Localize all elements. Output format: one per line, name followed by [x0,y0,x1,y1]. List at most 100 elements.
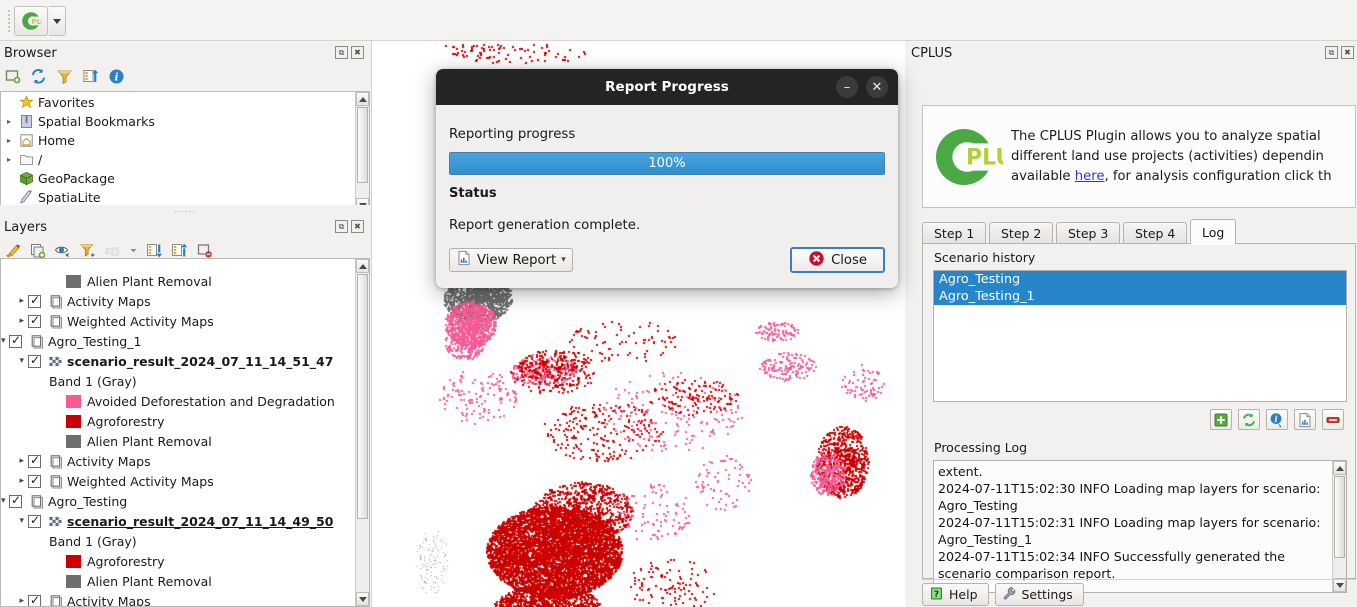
chevron-down-icon[interactable] [129,242,138,259]
here-link[interactable]: here [1075,169,1105,184]
layer-tree-row[interactable]: ▾ Agro_Testing [1,491,355,511]
expand-all-icon[interactable] [146,242,163,259]
processing-log-scrollbar[interactable] [1332,461,1346,592]
layer-tree-row[interactable]: ▸ Weighted Activity Maps [1,311,355,331]
scroll-up-icon[interactable] [356,259,369,273]
tab-step-3[interactable]: Step 3 [1056,222,1121,244]
browser-tree-scrollbar[interactable] [355,92,369,212]
collapse-all-icon[interactable] [171,242,188,259]
expander-icon[interactable]: ▾ [1,356,28,366]
layers-tree-scrollbar[interactable] [355,259,369,606]
browser-item[interactable]: GeoPackage [1,169,355,188]
generate-report-icon[interactable] [1294,409,1316,430]
expander-icon[interactable]: ▾ [1,496,9,506]
scroll-up-icon[interactable] [1333,461,1346,475]
layer-tree-row[interactable]: ▸ Activity Maps [1,451,355,471]
cplus-toolbar-dropdown[interactable] [49,6,66,36]
browser-item[interactable]: ▸ Home [1,131,355,150]
expander-icon[interactable]: ▸ [1,296,28,306]
toolbar-drag-handle[interactable] [6,8,12,33]
layer-tree-row[interactable]: Band 1 (Gray) [1,371,355,391]
reload-scenario-icon[interactable] [1238,409,1260,430]
scroll-up-icon[interactable] [356,92,369,106]
expander-icon[interactable]: ▸ [1,596,28,606]
settings-button[interactable]: Settings [994,583,1084,606]
filter-legend-icon[interactable] [79,242,96,259]
tab-step-4[interactable]: Step 4 [1123,222,1188,244]
layer-tree-row[interactable]: ▸ Activity Maps [1,591,355,606]
browser-item[interactable]: Favorites [1,93,355,112]
browser-tree[interactable]: Favorites ▸ Spatial Bookmarks ▸ Home ▸ / GeoPac… [0,91,370,213]
expander-icon[interactable]: ▸ [1,136,17,145]
layer-tree-row[interactable]: ▾ Agro_Testing_1 [1,331,355,351]
layer-visibility-checkbox[interactable] [28,513,41,528]
dialog-titlebar[interactable]: Report Progress – ✕ [436,69,898,105]
layer-visibility-checkbox[interactable] [28,293,41,308]
scenario-info-icon[interactable]: i [1266,409,1288,430]
undock-icon[interactable]: ⧉ [1325,46,1338,59]
panel-splitter[interactable]: ...... [0,205,370,214]
expander-icon[interactable]: ▸ [1,316,28,326]
add-scenario-icon[interactable] [1210,409,1232,430]
close-icon[interactable]: ✕ [866,76,888,98]
layer-tree-row[interactable]: ▸ Activity Maps [1,291,355,311]
layer-tree-row[interactable]: Alien Plant Removal [1,571,355,591]
tab-log[interactable]: Log [1190,219,1237,244]
scenario-history-list[interactable]: Agro_Testing Agro_Testing_1 [933,270,1347,402]
close-icon[interactable]: ✖ [1341,46,1354,59]
undock-icon[interactable]: ⧉ [335,46,348,59]
layer-tree-row[interactable]: Avoided Deforestation and Degradation [1,391,355,411]
scroll-down-icon[interactable] [1333,578,1346,592]
scrollbar-thumb[interactable] [357,274,368,519]
close-icon[interactable]: ✖ [351,46,364,59]
remove-scenario-icon[interactable] [1322,409,1344,430]
filter-expression-icon[interactable]: ε [104,242,121,259]
expander-icon[interactable]: ▾ [1,336,9,346]
manage-visibility-icon[interactable] [54,242,71,259]
view-report-button[interactable]: View Report ▾ [449,248,573,272]
filter-icon[interactable] [56,68,73,85]
scrollbar-thumb[interactable] [1334,476,1345,558]
layer-visibility-checkbox[interactable] [9,493,22,508]
scenario-history-item[interactable]: Agro_Testing [934,271,1346,288]
scroll-down-icon[interactable] [356,592,369,606]
properties-icon[interactable]: i [108,68,125,85]
scenario-history-item[interactable]: Agro_Testing_1 [934,288,1346,305]
processing-log-box[interactable]: extent. 2024-07-11T15:02:30 INFO Loading… [933,460,1347,593]
layer-tree-row[interactable]: Agroforestry [1,551,355,571]
remove-layer-icon[interactable] [196,242,213,259]
browser-item[interactable]: ▸ / [1,150,355,169]
layer-tree-row[interactable]: Band 1 (Gray) [1,531,355,551]
add-layer-icon[interactable] [4,68,21,85]
tab-step-1[interactable]: Step 1 [922,222,987,244]
cplus-toolbar-button[interactable]: PLUS [14,6,48,36]
close-icon[interactable]: ✖ [351,220,364,233]
expander-icon[interactable]: ▸ [1,456,28,466]
layers-tree[interactable]: Alien Plant Removal ▸ Activity Maps ▸ Weight… [0,258,370,607]
layer-tree-row[interactable]: Agroforestry [1,411,355,431]
refresh-icon[interactable] [30,68,47,85]
layer-tree-row[interactable]: ▾ scenario_result_2024_07_11_14_49_50 [1,511,355,531]
layer-visibility-checkbox[interactable] [28,353,41,368]
layer-tree-row[interactable]: ▸ Weighted Activity Maps [1,471,355,491]
close-button[interactable]: Close [790,247,885,273]
help-button[interactable]: ? Help [922,583,989,606]
expander-icon[interactable]: ▾ [1,516,28,526]
layer-visibility-checkbox[interactable] [28,313,41,328]
undock-icon[interactable]: ⧉ [335,220,348,233]
layer-tree-row[interactable]: ▾ scenario_result_2024_07_11_14_51_47 [1,351,355,371]
layer-visibility-checkbox[interactable] [28,473,41,488]
layer-visibility-checkbox[interactable] [28,453,41,468]
collapse-all-icon[interactable] [82,68,99,85]
add-group-icon[interactable] [29,242,46,259]
browser-item[interactable]: ▸ Spatial Bookmarks [1,112,355,131]
expander-icon[interactable]: ▸ [1,155,17,164]
layer-tree-row[interactable] [1,259,355,271]
expander-icon[interactable]: ▸ [1,476,28,486]
expander-icon[interactable]: ▸ [1,117,17,126]
open-styling-icon[interactable] [4,242,21,259]
layer-tree-row[interactable]: Alien Plant Removal [1,271,355,291]
layer-tree-row[interactable]: Alien Plant Removal [1,431,355,451]
layer-visibility-checkbox[interactable] [28,593,41,606]
scrollbar-thumb[interactable] [357,107,368,183]
